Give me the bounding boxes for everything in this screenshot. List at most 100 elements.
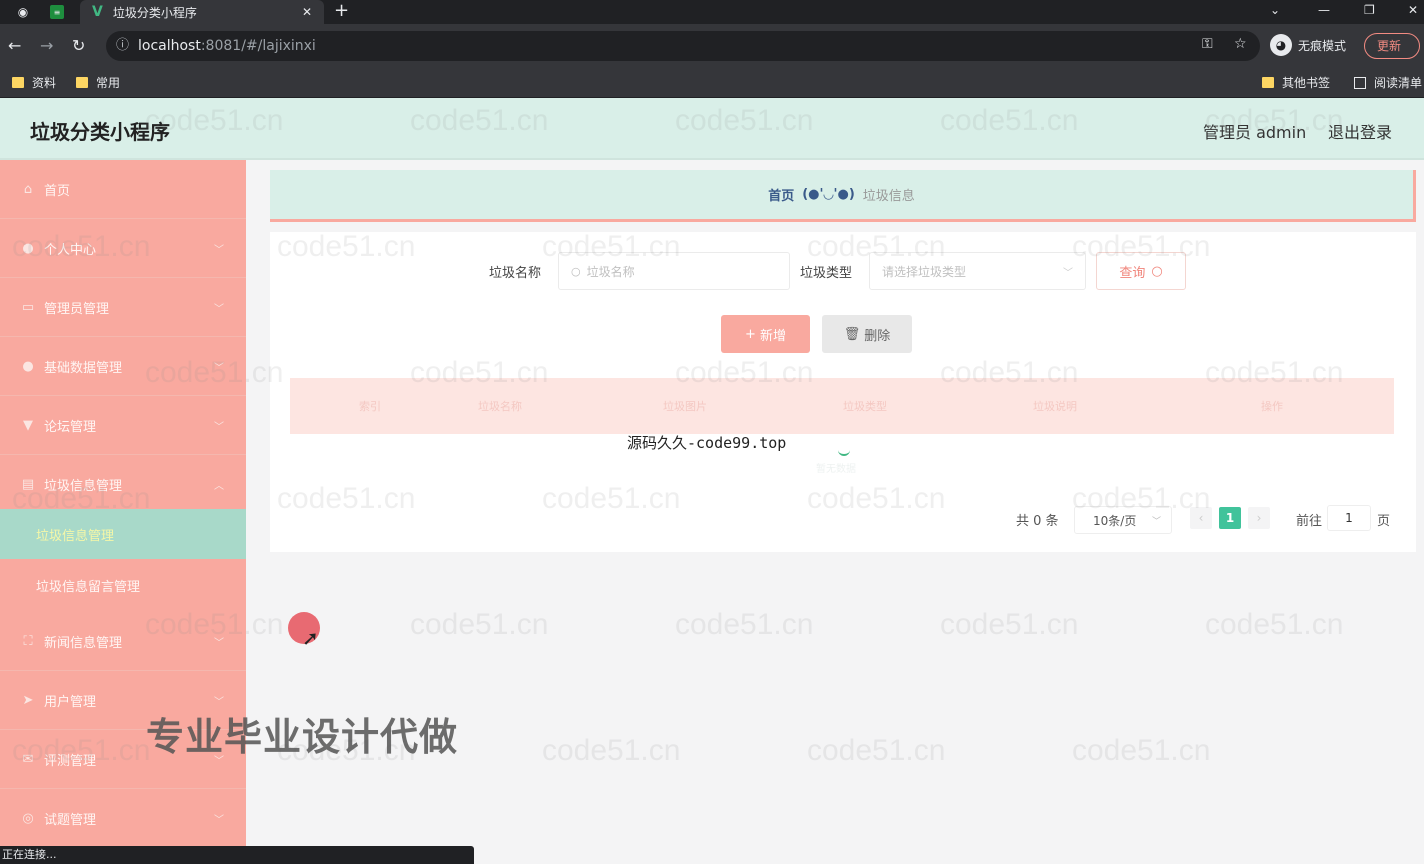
garbage-name-input[interactable]: ○ 垃圾名称 xyxy=(558,252,790,290)
close-tab-icon[interactable]: ✕ xyxy=(302,5,312,19)
reload-icon[interactable]: ↻ xyxy=(72,36,85,55)
breadcrumb: 首页 (●'◡'●) 垃圾信息 xyxy=(270,170,1416,222)
reading-list-icon xyxy=(1354,76,1366,89)
bookmarks-bar: 资料 常用 其他书签 阅读清单 xyxy=(0,68,1424,98)
sidebar-item-news[interactable]: ⛶ 新闻信息管理 ﹀ xyxy=(0,612,246,671)
globe-icon[interactable]: ◉ xyxy=(12,0,34,24)
close-window-icon[interactable]: ✕ xyxy=(1408,0,1418,24)
sidebar-item-profile[interactable]: ● 个人中心 ﹀ xyxy=(0,219,246,278)
watermark: code51.cn xyxy=(1205,608,1344,641)
incognito-indicator[interactable]: ◕ 无痕模式 xyxy=(1270,34,1346,56)
folder-icon xyxy=(1262,77,1274,88)
page-size-select[interactable]: 10条/页 ﹀ xyxy=(1074,506,1172,534)
query-button[interactable]: 查询 ○ xyxy=(1096,252,1186,290)
minimize-icon[interactable]: — xyxy=(1318,0,1330,24)
reading-list[interactable]: 阅读清单 xyxy=(1354,74,1422,91)
column-header: 索引 xyxy=(359,400,381,413)
tab-search-icon[interactable]: ⌄ xyxy=(1270,0,1280,24)
table-header: 索引 垃圾名称 垃圾图片 垃圾类型 垃圾说明 操作 xyxy=(290,378,1394,434)
card-icon: ▭ xyxy=(21,299,35,315)
expand-icon: ⛶ xyxy=(23,633,33,649)
update-button[interactable]: 更新 xyxy=(1364,33,1420,59)
back-icon[interactable]: ← xyxy=(8,36,21,55)
garbage-name-label: 垃圾名称 xyxy=(489,266,542,281)
breadcrumb-current: 垃圾信息 xyxy=(862,189,915,204)
browser-tab-bar: ◉ ≡ V 垃圾分类小程序 ✕ + ⌄ — ❐ ✕ xyxy=(0,0,1424,24)
admin-name: 管理员 admin xyxy=(1203,123,1307,142)
cursor-icon: ➚ xyxy=(302,626,319,650)
page-number-1[interactable]: 1 xyxy=(1219,507,1241,529)
sheet-tab-icon[interactable]: ≡ xyxy=(50,5,64,19)
incognito-icon: ◕ xyxy=(1270,34,1292,56)
chevron-down-icon: ﹀ xyxy=(214,303,224,315)
mail-icon: ✉ xyxy=(22,751,34,767)
other-bookmarks[interactable]: 其他书签 xyxy=(1262,74,1330,91)
sidebar-sub-garbage-info[interactable]: 垃圾信息管理 xyxy=(0,509,246,559)
sidebar-sub-garbage-comments[interactable]: 垃圾信息留言管理 xyxy=(0,560,246,610)
chevron-down-icon: ﹀ xyxy=(1151,516,1161,527)
globe-icon: ◎ xyxy=(22,810,34,826)
chevron-down-icon: ﹀ xyxy=(1063,267,1073,279)
delete-button[interactable]: 🗑 删除 xyxy=(822,315,912,353)
sidebar-item-garbage[interactable]: ▤ 垃圾信息管理 ︿ xyxy=(0,455,246,514)
garbage-type-select[interactable]: 请选择垃圾类型 ﹀ xyxy=(869,252,1086,290)
watermark: code51.cn xyxy=(542,734,681,767)
app-title: 垃圾分类小程序 xyxy=(30,120,170,144)
watermark: code51.cn xyxy=(675,608,814,641)
chevron-down-icon: ﹀ xyxy=(214,814,224,826)
key-icon[interactable]: ⚿ xyxy=(1202,36,1213,52)
chevron-up-icon: ︿ xyxy=(214,480,224,492)
app-header: 垃圾分类小程序 管理员 admin 退出登录 xyxy=(0,98,1424,160)
forward-icon[interactable]: → xyxy=(40,36,53,55)
page-suffix: 页 xyxy=(1377,514,1391,529)
column-header: 垃圾类型 xyxy=(843,400,887,413)
sidebar-item-home[interactable]: ⌂ 首页 xyxy=(0,160,246,219)
breadcrumb-separator: (●'◡'●) xyxy=(802,187,855,202)
bookmark-folder[interactable]: 资料 xyxy=(12,74,56,91)
sidebar-item-forum[interactable]: ▼ 论坛管理 ﹀ xyxy=(0,396,246,455)
breadcrumb-home[interactable]: 首页 xyxy=(768,185,794,204)
add-button[interactable]: + 新增 xyxy=(721,315,810,353)
goto-label: 前往 xyxy=(1296,514,1323,529)
sidebar-item-base-data[interactable]: ● 基础数据管理 ﹀ xyxy=(0,337,246,396)
document-icon: ▤ xyxy=(21,476,35,492)
column-header: 操作 xyxy=(1261,400,1283,413)
vue-icon: V xyxy=(92,4,103,20)
active-tab[interactable]: V 垃圾分类小程序 ✕ xyxy=(80,0,324,24)
restore-icon[interactable]: ❐ xyxy=(1364,0,1375,24)
prev-page-icon[interactable]: ‹ xyxy=(1190,507,1212,529)
next-page-icon[interactable]: › xyxy=(1248,507,1270,529)
watermark: code51.cn xyxy=(940,608,1079,641)
incognito-label: 无痕模式 xyxy=(1298,38,1347,53)
bookmark-folder[interactable]: 常用 xyxy=(76,74,120,91)
search-icon: ○ xyxy=(571,264,581,278)
url-field[interactable]: ⓘ localhost:8081/#/lajixinxi xyxy=(106,31,1260,61)
goto-page-input[interactable]: 1 xyxy=(1327,505,1371,531)
chevron-down-icon: ﹀ xyxy=(214,362,224,374)
watermark: code51.cn xyxy=(1072,734,1211,767)
browser-status-bar: 正在连接... xyxy=(0,846,474,864)
home-icon: ⌂ xyxy=(23,181,33,197)
pagination-total: 共 0 条 xyxy=(1016,514,1059,529)
star-icon[interactable]: ☆ xyxy=(1234,36,1247,52)
source-overlay-text: 源码久久-code99.top xyxy=(627,434,787,452)
plus-icon: + xyxy=(745,326,756,342)
new-tab-icon[interactable]: + xyxy=(334,0,349,24)
sidebar-item-questions[interactable]: ◎ 试题管理 ﹀ xyxy=(0,789,246,848)
address-bar-row: ← → ↻ ⓘ localhost:8081/#/lajixinxi ⚿ ☆ ◕… xyxy=(0,24,1424,68)
info-icon[interactable]: ⓘ xyxy=(116,31,129,61)
logout-link[interactable]: 退出登录 xyxy=(1328,119,1392,143)
chevron-down-icon: ﹀ xyxy=(214,421,224,433)
folder-icon xyxy=(76,77,88,88)
column-header: 垃圾说明 xyxy=(1033,400,1077,413)
send-icon: ➤ xyxy=(22,692,34,708)
chevron-down-icon: ﹀ xyxy=(214,244,224,256)
sidebar-item-admins[interactable]: ▭ 管理员管理 ﹀ xyxy=(0,278,246,337)
tab-title: 垃圾分类小程序 xyxy=(112,5,197,20)
url-path: :8081/#/lajixinxi xyxy=(200,38,316,54)
garbage-type-label: 垃圾类型 xyxy=(800,266,853,281)
watermark: code51.cn xyxy=(807,734,946,767)
chevron-down-icon: ﹀ xyxy=(214,637,224,649)
column-header: 垃圾图片 xyxy=(663,400,707,413)
user-icon: ● xyxy=(22,240,34,256)
